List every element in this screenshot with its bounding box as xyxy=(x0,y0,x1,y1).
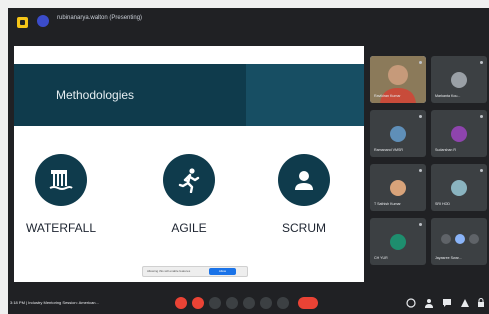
shared-slide: Methodologies WATERFALL AGILE SCRUM Allo… xyxy=(14,46,364,282)
participant-name: T Sathish Kumar xyxy=(374,202,401,206)
chat-icon[interactable] xyxy=(442,298,452,308)
consent-text: Allowing this will enable features xyxy=(147,269,191,273)
participant-name: SRI HOD xyxy=(435,202,450,206)
app-logo-icon xyxy=(17,17,28,28)
leave-call-button[interactable] xyxy=(298,297,318,309)
avatar xyxy=(390,126,406,142)
method-label: AGILE xyxy=(171,221,207,235)
participant-tile[interactable]: Jayasree Swar... xyxy=(431,218,487,265)
participant-tile[interactable]: Sudarshan R xyxy=(431,110,487,157)
participant-name: CH YUR xyxy=(374,256,388,260)
presenting-title: rubinanarya.walton (Presenting) xyxy=(57,15,143,21)
raise-hand-button[interactable] xyxy=(260,297,272,309)
meeting-info: 3:18 PM | Industry Mentoring Session: Am… xyxy=(10,300,99,305)
more-options-icon[interactable] xyxy=(480,115,483,118)
bottom-toolbar: 3:18 PM | Industry Mentoring Session: Am… xyxy=(8,290,489,314)
slide-title: Methodologies xyxy=(56,88,135,102)
consent-banner: Allowing this will enable features Allow xyxy=(142,266,248,277)
allow-button[interactable]: Allow xyxy=(209,268,236,275)
running-person-icon xyxy=(163,154,215,206)
waterfall-icon xyxy=(35,154,87,206)
participant-name: Ravikiran Kumar xyxy=(374,94,401,98)
participant-name: Sudarshan R xyxy=(435,148,456,152)
collapse-icon[interactable] xyxy=(441,234,451,244)
avatar xyxy=(451,180,467,196)
participant-tile[interactable]: T Sathish Kumar xyxy=(370,164,426,211)
avatar xyxy=(451,72,467,88)
present-button[interactable] xyxy=(243,297,255,309)
more-options-button[interactable] xyxy=(277,297,289,309)
method-scrum: SCRUM xyxy=(259,154,349,235)
camera-off-button[interactable] xyxy=(192,297,204,309)
activities-icon[interactable] xyxy=(460,298,470,308)
participant-tile[interactable]: Ravikiran Kumar xyxy=(370,56,426,103)
participant-name: Markanta Kou... xyxy=(435,94,461,98)
method-label: WATERFALL xyxy=(25,221,96,235)
avatar xyxy=(390,180,406,196)
method-label: SCRUM xyxy=(282,221,326,235)
info-icon[interactable] xyxy=(406,298,416,308)
method-waterfall: WATERFALL xyxy=(16,154,106,235)
participant-name: Jayasree Swar... xyxy=(435,256,462,260)
slide-header-accent xyxy=(246,64,364,126)
lock-icon[interactable] xyxy=(476,298,486,308)
avatar xyxy=(390,234,406,250)
emoji-button[interactable] xyxy=(226,297,238,309)
participant-tile[interactable]: Markanta Kou... xyxy=(431,56,487,103)
participant-tile[interactable]: SRI HOD xyxy=(431,164,487,211)
more-options-icon[interactable] xyxy=(480,169,483,172)
mic-off-button[interactable] xyxy=(175,297,187,309)
more-options-icon[interactable] xyxy=(419,169,422,172)
participant-name: Ramanand VMSR xyxy=(374,148,403,152)
participant-tile[interactable]: CH YUR xyxy=(370,218,426,265)
more-icon[interactable] xyxy=(469,234,479,244)
more-options-icon[interactable] xyxy=(419,223,422,226)
allow-button-label: Allow xyxy=(218,269,227,273)
meeting-window: rubinanarya.walton (Presenting) Methodol… xyxy=(8,8,489,314)
presenting-indicator-icon xyxy=(37,15,49,27)
avatar xyxy=(451,126,467,142)
tile-menu-icon[interactable] xyxy=(455,234,465,244)
participant-tile[interactable]: Ramanand VMSR xyxy=(370,110,426,157)
more-options-icon[interactable] xyxy=(480,61,483,64)
captions-button[interactable] xyxy=(209,297,221,309)
top-bar: rubinanarya.walton (Presenting) xyxy=(8,8,489,34)
more-options-icon[interactable] xyxy=(419,61,422,64)
more-options-icon[interactable] xyxy=(419,115,422,118)
people-icon[interactable] xyxy=(424,298,434,308)
person-icon xyxy=(278,154,330,206)
method-agile: AGILE xyxy=(144,154,234,235)
